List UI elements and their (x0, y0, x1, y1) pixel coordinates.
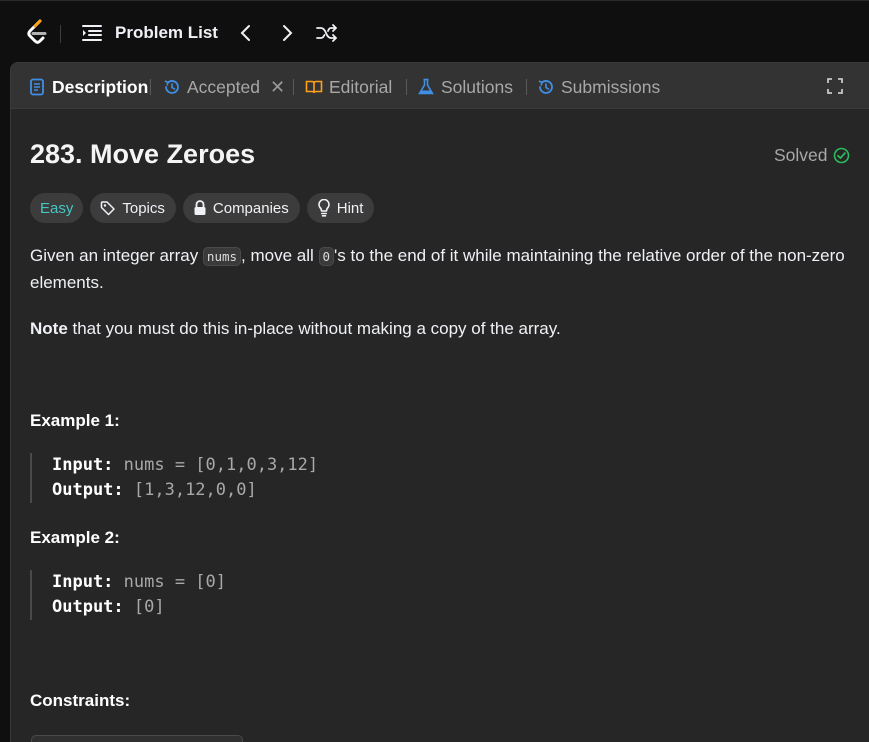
tab-label: Submissions (561, 76, 661, 97)
bulb-icon (317, 199, 330, 217)
output-label: Output: (52, 480, 124, 500)
description-panel: Description Accepted ✕ Editorial Solutio… (10, 62, 869, 742)
tab-divider (406, 79, 407, 95)
input-value: nums = [0] (113, 572, 227, 592)
close-icon[interactable]: ✕ (270, 77, 285, 98)
status-text: Solved (774, 145, 828, 165)
flask-icon (418, 78, 434, 95)
input-label: Input: (52, 572, 114, 592)
check-circle-icon (833, 147, 849, 164)
difficulty-badge: Easy (30, 193, 84, 223)
tab-divider (526, 79, 527, 95)
topics-button[interactable]: Topics (90, 193, 176, 223)
divider (60, 25, 61, 43)
solved-status: Solved (774, 145, 850, 166)
example-block: Input: nums = [0] Output: [0] (30, 570, 830, 620)
inline-code: 0 (318, 247, 335, 266)
example-heading: Example 1: (30, 411, 120, 430)
shuffle-icon[interactable] (315, 23, 339, 43)
tag-chips: Easy Topics Companies Hint (30, 193, 375, 223)
document-icon (30, 78, 44, 96)
chip-label: Companies (212, 199, 289, 217)
leetcode-logo[interactable] (24, 19, 50, 47)
chevron-right-icon[interactable] (278, 23, 296, 43)
note-bold: Note (30, 319, 68, 338)
history-icon (164, 80, 179, 94)
input-value: nums = [0,1,0,3,12] (113, 455, 319, 475)
companies-button[interactable]: Companies (182, 193, 300, 223)
note-text: that you must do this in-place without m… (67, 319, 561, 338)
note-paragraph: Note that you must do this in-place with… (30, 316, 860, 342)
lock-icon (194, 200, 206, 215)
chip-label: Topics (122, 199, 165, 217)
desc-text: , move all (241, 246, 319, 265)
top-navbar: Problem List (0, 0, 869, 62)
example-heading: Example 2: (30, 528, 120, 547)
example-input: Input: nums = [0] (52, 570, 830, 595)
tab-submissions[interactable]: Submissions (537, 75, 660, 99)
problem-title: 283. Move Zeroes (30, 139, 256, 169)
example-block: Input: nums = [0,1,0,3,12] Output: [1,3,… (30, 453, 830, 503)
tab-bar: Description Accepted ✕ Editorial Solutio… (11, 63, 869, 109)
output-value: [1,3,12,0,0] (123, 480, 257, 500)
example-input: Input: nums = [0,1,0,3,12] (52, 453, 830, 478)
tab-solutions[interactable]: Solutions (417, 75, 513, 99)
inline-code: nums (202, 247, 242, 266)
book-icon (305, 80, 323, 94)
hint-button[interactable]: Hint (306, 193, 375, 223)
tab-description[interactable]: Description (28, 75, 148, 99)
desc-text: Given an integer array (30, 246, 203, 265)
output-value: [0] (123, 597, 165, 617)
history-icon (538, 80, 553, 94)
input-label: Input: (52, 455, 114, 475)
description-paragraph: Given an integer array nums, move all 0 '… (30, 243, 860, 296)
chip-label: Hint (336, 199, 364, 217)
example-output: Output: [0] (52, 595, 830, 620)
output-label: Output: (52, 597, 124, 617)
problem-list-link[interactable]: Problem List (115, 23, 218, 43)
tab-editorial[interactable]: Editorial (305, 75, 392, 99)
example-output: Output: [1,3,12,0,0] (52, 478, 830, 503)
list-icon[interactable] (81, 23, 103, 43)
expand-icon[interactable] (826, 77, 844, 95)
tab-label: Accepted (187, 76, 260, 97)
tab-accepted[interactable]: Accepted ✕ (163, 75, 285, 99)
tab-divider (150, 79, 151, 95)
chevron-left-icon[interactable] (237, 23, 255, 43)
tab-divider (293, 79, 294, 95)
tag-icon (101, 201, 116, 216)
tab-label: Editorial (329, 76, 393, 97)
tab-label: Description (52, 76, 149, 97)
constraints-heading: Constraints: (30, 691, 131, 710)
tab-label: Solutions (441, 76, 513, 97)
constraint-code-peek (31, 735, 243, 742)
